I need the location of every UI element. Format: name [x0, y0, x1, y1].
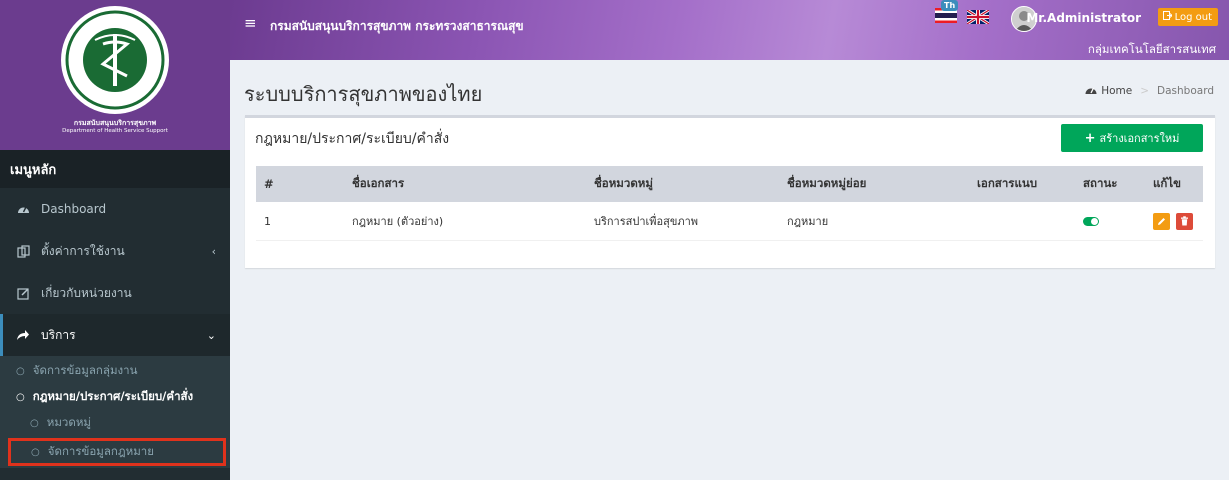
services-submenu: ○ จัดการข้อมูลกลุ่มงาน ○ กฎหมาย/ประกาศ/ร…	[0, 356, 230, 468]
column-header-number[interactable]: #	[256, 166, 344, 202]
logo-caption: กรมสนับสนุนบริการสุขภาพ Department of He…	[62, 119, 168, 134]
submenu-item-label: จัดการข้อมูลกลุ่มงาน	[32, 363, 138, 377]
settings-icon	[15, 244, 31, 258]
submenu-item-label: หมวดหมู่	[46, 415, 91, 429]
chevron-down-icon: ⌄	[206, 328, 216, 342]
submenu-item-manage-law-data[interactable]: ○ จัดการข้อมูลกฎหมาย	[8, 438, 226, 466]
documents-table: # ชื่อเอกสาร ชื่อหมวดหมู่ ชื่อหมวดหมู่ย่…	[256, 166, 1203, 241]
table-header-row: # ชื่อเอกสาร ชื่อหมวดหมู่ ชื่อหมวดหมู่ย่…	[256, 166, 1203, 202]
page-title: ระบบบริการสุขภาพของไทย	[244, 82, 483, 106]
sidebar-item-label: Dashboard	[41, 202, 107, 216]
breadcrumb-home[interactable]: Home	[1101, 85, 1132, 97]
column-header-category[interactable]: ชื่อหมวดหมู่	[586, 166, 779, 202]
circle-icon: ○	[16, 365, 25, 377]
sidebar-item-about[interactable]: เกี่ยวกับหน่วยงาน	[0, 272, 230, 314]
chevron-left-icon: ‹	[211, 244, 216, 258]
submenu-item-label: จัดการข้อมูลกฎหมาย	[47, 444, 154, 458]
create-document-label: สร้างเอกสารใหม่	[1099, 132, 1180, 145]
cell-number: 1	[256, 202, 344, 241]
cell-subcategory: กฎหมาย	[779, 202, 969, 241]
sidebar-item-services[interactable]: บริการ ⌄	[0, 314, 230, 356]
language-switcher: Th	[935, 0, 990, 25]
column-header-subcategory[interactable]: ชื่อหมวดหมู่ย่อย	[779, 166, 969, 202]
submenu-item-workgroup[interactable]: ○ จัดการข้อมูลกลุ่มงาน	[0, 358, 230, 384]
pencil-icon	[1158, 217, 1165, 225]
cell-actions	[1145, 202, 1203, 241]
cell-document-name[interactable]: กฎหมาย (ตัวอย่าง)	[344, 202, 586, 241]
top-navbar: ≡ กรมสนับสนุนบริการสุขภาพ กระทรวงสาธารณส…	[230, 0, 1229, 60]
cell-status	[1075, 202, 1145, 241]
org-name: กรมสนับสนุนบริการสุขภาพ กระทรวงสาธารณสุข	[270, 19, 524, 33]
logout-button[interactable]: Log out	[1157, 8, 1218, 26]
table-row: 1 กฎหมาย (ตัวอย่าง) บริการสปาเพื่อสุขภาพ…	[256, 202, 1203, 241]
menu-header: เมนูหลัก	[0, 150, 230, 188]
column-header-status[interactable]: สถานะ	[1075, 166, 1145, 202]
status-toggle-icon[interactable]	[1083, 217, 1099, 226]
logout-icon	[1162, 11, 1173, 23]
breadcrumb: Home > Dashboard	[1085, 84, 1214, 98]
logo-caption-en: Department of Health Service Support	[62, 127, 168, 134]
logo-caption-th: กรมสนับสนุนบริการสุขภาพ	[73, 119, 157, 127]
column-header-edit: แก้ไข	[1145, 166, 1203, 202]
circle-icon: ○	[31, 446, 40, 458]
sidebar: กรมสนับสนุนบริการสุขภาพ Department of He…	[0, 0, 230, 480]
breadcrumb-current: Dashboard	[1157, 85, 1214, 97]
share-icon	[15, 329, 31, 341]
ministry-seal-logo[interactable]	[61, 6, 169, 114]
submenu-item-label: กฎหมาย/ประกาศ/ระเบียบ/คำสั่ง	[32, 389, 194, 403]
thai-flag-icon[interactable]: Th	[935, 0, 959, 23]
box-title: กฎหมาย/ประกาศ/ระเบียบ/คำสั่ง	[255, 131, 450, 147]
sidebar-item-label: เกี่ยวกับหน่วยงาน	[41, 285, 132, 300]
create-document-button[interactable]: + สร้างเอกสารใหม่	[1061, 124, 1203, 152]
circle-icon: ○	[16, 391, 25, 403]
org-unit: กลุ่มเทคโนโลยีสารสนเทศ	[1087, 42, 1216, 56]
delete-button[interactable]	[1175, 212, 1193, 230]
dashboard-icon	[1085, 84, 1097, 98]
breadcrumb-separator: >	[1140, 85, 1150, 97]
column-header-attachment[interactable]: เอกสารแนบ	[969, 166, 1075, 202]
user-name[interactable]: Mr.Administrator	[1026, 11, 1141, 25]
dashboard-icon	[15, 203, 31, 215]
cell-attachment	[969, 202, 1075, 241]
circle-icon: ○	[30, 417, 39, 429]
edit-icon	[15, 287, 31, 300]
sidebar-item-dashboard[interactable]: Dashboard	[0, 188, 230, 230]
sidebar-item-label: ตั้งค่าการใช้งาน	[41, 243, 125, 258]
plus-icon: +	[1084, 130, 1096, 146]
logo-area: กรมสนับสนุนบริการสุขภาพ Department of He…	[0, 0, 230, 150]
uk-flag-icon[interactable]	[966, 8, 990, 25]
column-header-document-name[interactable]: ชื่อเอกสาร	[344, 166, 586, 202]
sidebar-item-settings[interactable]: ตั้งค่าการใช้งาน ‹	[0, 230, 230, 272]
main-content: ระบบบริการสุขภาพของไทย Home > Dashboard …	[230, 60, 1229, 480]
documents-box: กฎหมาย/ประกาศ/ระเบียบ/คำสั่ง + สร้างเอกส…	[245, 115, 1215, 268]
menu-toggle-icon[interactable]: ≡	[244, 14, 257, 32]
language-badge: Th	[941, 0, 959, 11]
submenu-item-law-announcements[interactable]: ○ กฎหมาย/ประกาศ/ระเบียบ/คำสั่ง	[0, 384, 230, 410]
sidebar-item-label: บริการ	[41, 327, 76, 342]
edit-button[interactable]	[1153, 212, 1170, 230]
trash-icon	[1180, 216, 1188, 226]
logout-label: Log out	[1174, 11, 1212, 23]
submenu-item-categories[interactable]: ○ หมวดหมู่	[0, 410, 230, 436]
cell-category: บริการสปาเพื่อสุขภาพ	[586, 202, 779, 241]
